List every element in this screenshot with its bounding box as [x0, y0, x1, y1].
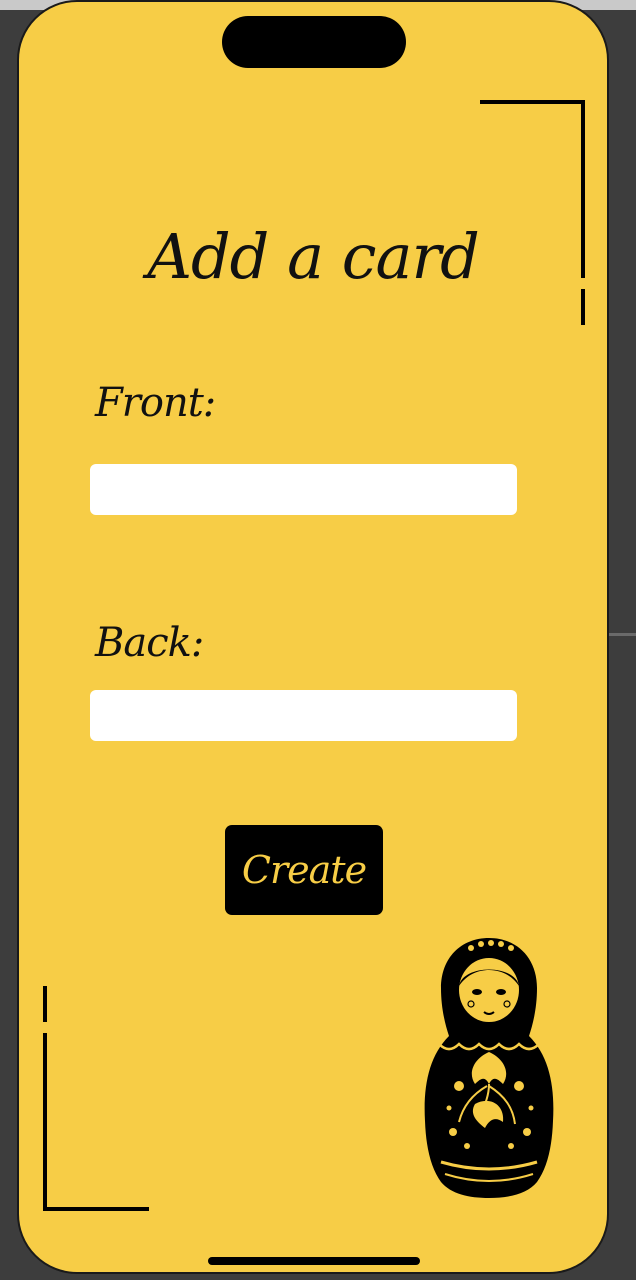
page-title: Add a card [147, 220, 480, 293]
canvas-divider [608, 633, 636, 636]
phone-screen: Add a card Front: Back: Create [17, 0, 609, 1274]
back-label: Back: [95, 620, 204, 666]
front-label: Front: [95, 380, 216, 426]
corner-bracket-bottom-vertical [43, 1033, 47, 1211]
front-input[interactable] [90, 464, 517, 515]
create-button[interactable]: Create [225, 825, 383, 915]
corner-bracket-bottom-horizontal [43, 1207, 149, 1211]
corner-bracket-top-horizontal [480, 100, 585, 104]
back-input[interactable] [90, 690, 517, 741]
corner-bracket-bottom-tick [43, 986, 47, 1022]
home-indicator[interactable] [208, 1257, 420, 1265]
corner-bracket-top-tick [581, 289, 585, 325]
matryoshka-doll-icon [424, 938, 554, 1198]
dynamic-island [222, 16, 406, 68]
